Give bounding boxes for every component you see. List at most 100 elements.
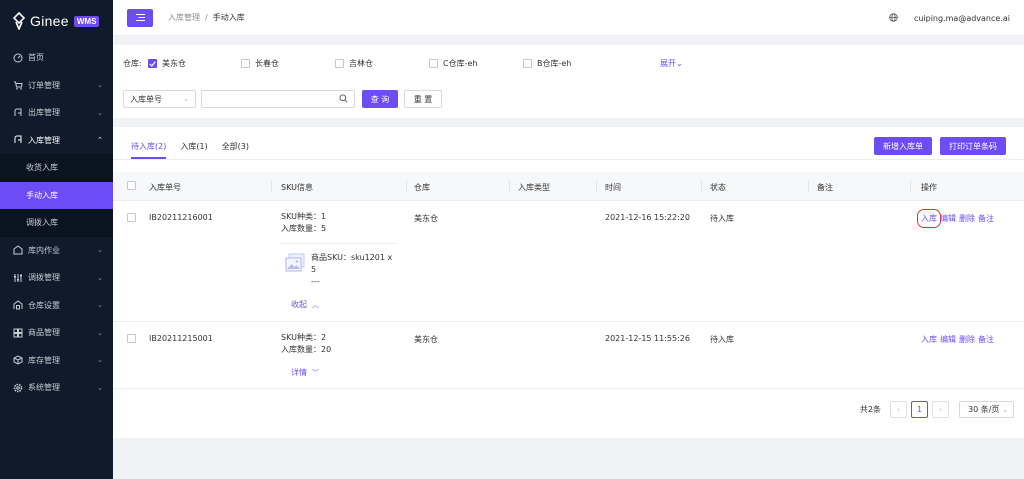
table-row: IB20211216001 SKU种类：1 入库数量：5 商品SKU：sku12…: [113, 201, 1024, 322]
chevron-down-icon: ⌄: [97, 108, 103, 117]
sidebar-item-label: 出库管理: [28, 108, 60, 118]
sidebar-subitem-manual-inbound[interactable]: 手动入库: [0, 181, 113, 209]
next-page-button[interactable]: ›: [932, 401, 949, 418]
product-note: ---: [311, 277, 320, 286]
row-checkbox[interactable]: [127, 213, 136, 222]
globe-icon[interactable]: [889, 12, 898, 24]
row-checkbox[interactable]: [127, 334, 136, 343]
inbound-quantity: 入库数量：5: [281, 224, 327, 233]
prev-page-button[interactable]: ‹: [890, 401, 907, 418]
edit-action-link[interactable]: 编辑: [940, 213, 956, 224]
sidebar-item-warehouse-ops[interactable]: 库内作业 ⌄: [0, 237, 113, 265]
sidebar-subitem-label: 手动入库: [26, 190, 58, 200]
sidebar-item-home[interactable]: 首页: [0, 44, 113, 72]
sidebar-item-products[interactable]: 商品管理 ⌄: [0, 319, 113, 347]
checkbox-icon[interactable]: [523, 59, 532, 68]
details-label: 详情: [291, 368, 307, 377]
chevron-down-icon: ⌄: [97, 81, 103, 90]
gear-icon: [12, 382, 23, 393]
sidebar-item-orders[interactable]: 订单管理 ⌄: [0, 72, 113, 100]
sidebar-item-transfer[interactable]: 调拨管理 ⌄: [0, 264, 113, 292]
toolbar-buttons: 新增入库单 打印订单条码: [866, 137, 1006, 155]
details-toggle[interactable]: 详情 ﹀: [291, 367, 319, 378]
header-right: cuiping.ma@advance.ai: [889, 0, 1010, 36]
delete-action-link[interactable]: 删除: [959, 213, 975, 224]
tab-inbound[interactable]: 入库(1): [180, 137, 207, 159]
chevron-down-icon: ⌄: [97, 301, 103, 310]
column-header: SKU信息: [281, 183, 313, 192]
chevron-down-icon: ⌄: [97, 328, 103, 337]
warehouse-option-label: B仓库-eh: [537, 59, 572, 68]
warehouse-option-b-eh[interactable]: B仓库-eh: [523, 58, 571, 69]
breadcrumb: 入库管理 / 手动入库: [168, 12, 245, 23]
checkbox-icon[interactable]: [335, 59, 344, 68]
page-size-select[interactable]: 30 条/页 ⌄: [959, 401, 1014, 418]
column-divider: [701, 180, 702, 192]
dashboard-icon: [12, 52, 23, 63]
select-all-checkbox[interactable]: [127, 181, 136, 190]
sidebar-item-outbound[interactable]: 出库管理 ⌄: [0, 99, 113, 127]
status-tabs: 待入库(2) 入库(1) 全部(3): [131, 137, 263, 159]
inbound-action-link[interactable]: 入库: [917, 209, 941, 228]
query-button[interactable]: 查 询: [362, 90, 398, 108]
column-divider: [406, 180, 407, 192]
warehouse-option-meidong[interactable]: 美东仓: [148, 58, 186, 69]
warehouse-ops-icon: [12, 245, 23, 256]
sidebar-item-inbound[interactable]: 入库管理 ⌃: [0, 127, 113, 155]
print-barcode-button[interactable]: 打印订单条码: [940, 137, 1006, 155]
menu-toggle-button[interactable]: [127, 8, 153, 27]
sku-info: SKU种类：1 入库数量：5: [281, 211, 326, 235]
page-number-button[interactable]: 1: [911, 401, 928, 418]
tab-pending[interactable]: 待入库(2): [131, 137, 167, 159]
search-icon[interactable]: [339, 94, 348, 105]
sku-types: SKU种类：2: [281, 333, 327, 342]
sidebar-item-warehouse-settings[interactable]: 仓库设置 ⌄: [0, 292, 113, 320]
status-cell: 待入库: [710, 214, 734, 223]
order-number: IB20211215001: [149, 334, 213, 343]
row-actions: 入库 编辑 删除 备注: [917, 209, 997, 228]
sidebar-subitem-label: 收货入库: [26, 163, 58, 173]
sidebar-item-inventory[interactable]: 库存管理 ⌄: [0, 347, 113, 375]
warehouse-option-jilin[interactable]: 吉林仓: [335, 58, 373, 69]
collapse-toggle[interactable]: 收起 ︿: [291, 299, 319, 310]
total-count: 共2条: [859, 405, 881, 414]
column-header: 入库单号: [149, 183, 181, 192]
expand-warehouses-link[interactable]: 展开⌄: [660, 58, 683, 69]
breadcrumb-parent[interactable]: 入库管理: [168, 12, 200, 23]
tab-all[interactable]: 全部(3): [222, 137, 249, 159]
checkbox-checked-icon[interactable]: [148, 59, 157, 68]
warehouse-option-changchun[interactable]: 长春仓: [241, 58, 279, 69]
pagination: 共2条 ‹ 1 › 30 条/页 ⌄: [860, 401, 1014, 418]
new-inbound-button[interactable]: 新增入库单: [874, 137, 932, 155]
ginee-logo-icon: [12, 12, 26, 30]
sidebar-subitem-receive-inbound[interactable]: 收货入库: [0, 154, 113, 182]
menu-icon: [135, 14, 145, 21]
warehouse-cell: 美东仓: [414, 214, 438, 223]
checkbox-icon[interactable]: [241, 59, 250, 68]
sidebar-item-system[interactable]: 系统管理 ⌄: [0, 374, 113, 402]
checkbox-icon[interactable]: [429, 59, 438, 68]
search-field-select[interactable]: 入库单号 ⌄: [123, 90, 196, 108]
time-cell: 2021-12-16 15:22:20: [605, 213, 690, 222]
search-input[interactable]: [201, 90, 355, 108]
chevron-down-icon: ⌄: [97, 383, 103, 392]
remark-action-link[interactable]: 备注: [978, 213, 994, 224]
sku-types: SKU种类：1: [281, 212, 327, 221]
edit-action-link[interactable]: 编辑: [940, 334, 956, 345]
chevron-right-icon: ›: [938, 405, 943, 414]
inbound-action-link[interactable]: 入库: [921, 334, 937, 345]
main-panel: 待入库(2) 入库(1) 全部(3) 新增入库单 打印订单条码 入库单号 SKU…: [113, 127, 1024, 438]
delete-action-link[interactable]: 删除: [959, 334, 975, 345]
page-size-value: 30 条/页: [968, 405, 1000, 414]
table-row: IB20211215001 SKU种类：2 入库数量：20 详情 ﹀ 美东仓 2…: [113, 323, 1024, 389]
reset-button[interactable]: 重 置: [404, 90, 442, 108]
user-email[interactable]: cuiping.ma@advance.ai: [914, 14, 1010, 23]
search-row: 入库单号 ⌄ 查 询 重 置: [123, 90, 442, 108]
wms-badge: WMS: [73, 15, 100, 27]
product-icon: [12, 327, 23, 338]
warehouse-option-c-eh[interactable]: C仓库-eh: [429, 58, 477, 69]
warehouse-option-label: C仓库-eh: [443, 59, 478, 68]
remark-action-link[interactable]: 备注: [978, 334, 994, 345]
breadcrumb-current: 手动入库: [212, 13, 245, 22]
sidebar-subitem-transfer-inbound[interactable]: 调拨入库: [0, 209, 113, 237]
